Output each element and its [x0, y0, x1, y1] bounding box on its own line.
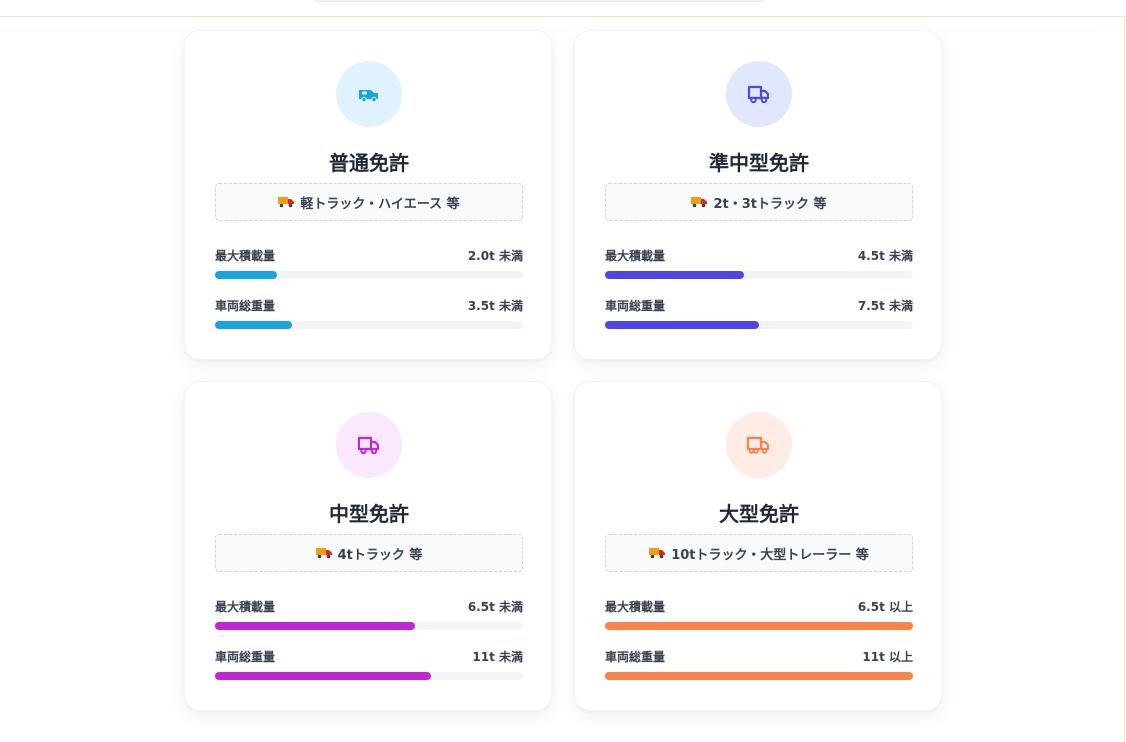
- spec-max-load: 最大積載量 2.0t 未満: [215, 247, 523, 281]
- spec-value: 6.5t 未満: [467, 600, 523, 614]
- spec-gross-weight: 車両総重量 7.5t 未満: [605, 297, 913, 331]
- spec-label: 車両総重量: [215, 650, 276, 664]
- spec-label: 車両総重量: [605, 299, 666, 313]
- card-title: 中型免許: [329, 502, 409, 526]
- progress-track: [605, 271, 913, 279]
- truck-emoji-icon: [278, 197, 295, 208]
- spec-max-load: 最大積載量 6.5t 未満: [215, 598, 523, 632]
- progress-track: [215, 271, 523, 279]
- progress-fill: [605, 622, 913, 630]
- spec-value: 4.5t 未満: [857, 249, 913, 263]
- spec-value: 11t 以上: [862, 650, 913, 664]
- license-card-junchuugata: 準中型免許 2t・3tトラック 等 最大積載量 4.5t 未満 車両総重量 7.…: [574, 30, 942, 360]
- truck-icon-circle: [726, 412, 792, 478]
- progress-track: [215, 321, 523, 329]
- spec-value: 7.5t 未満: [857, 299, 913, 313]
- progress-fill: [215, 321, 292, 329]
- spec-label: 最大積載量: [215, 600, 276, 614]
- progress-track: [605, 672, 913, 680]
- vehicle-examples-text: 4tトラック 等: [337, 547, 423, 563]
- spec-label: 車両総重量: [605, 650, 666, 664]
- vehicle-examples: 10tトラック・大型トレーラー 等: [605, 534, 913, 572]
- progress-track: [215, 622, 523, 630]
- van-icon: [359, 90, 378, 103]
- spec-gross-weight: 車両総重量 3.5t 未満: [215, 297, 523, 331]
- spec-gross-weight: 車両総重量 11t 以上: [605, 648, 913, 682]
- spec-value: 6.5t 以上: [857, 600, 913, 614]
- license-card-futsuu: 普通免許 軽トラック・ハイエース 等 最大積載量 2.0t 未満 車両総重量 3…: [184, 30, 552, 360]
- spec-value: 3.5t 未満: [467, 299, 523, 313]
- spec-max-load: 最大積載量 6.5t 以上: [605, 598, 913, 632]
- card-title: 普通免許: [329, 151, 409, 175]
- spec-value: 11t 未満: [472, 650, 523, 664]
- truck-icon: [747, 85, 770, 104]
- progress-fill: [605, 271, 744, 279]
- search-bar-edge: [312, 0, 766, 2]
- truck-icon-circle: [726, 61, 792, 127]
- vehicle-examples-text: 2t・3tトラック 等: [713, 196, 827, 212]
- vehicle-examples: 軽トラック・ハイエース 等: [215, 183, 523, 221]
- header-divider: [0, 16, 1126, 17]
- card-title: 準中型免許: [709, 151, 809, 175]
- progress-fill: [215, 271, 277, 279]
- spec-gross-weight: 車両総重量 11t 未満: [215, 648, 523, 682]
- progress-track: [215, 672, 523, 680]
- progress-fill: [605, 672, 913, 680]
- truck-icon-circle: [336, 412, 402, 478]
- license-card-oogata: 大型免許 10tトラック・大型トレーラー 等 最大積載量 6.5t 以上 車両総…: [574, 381, 942, 711]
- page-edge-divider: [1124, 16, 1125, 742]
- spec-label: 最大積載量: [605, 600, 666, 614]
- progress-fill: [215, 622, 416, 630]
- spec-value: 2.0t 未満: [467, 249, 523, 263]
- spec-max-load: 最大積載量 4.5t 未満: [605, 247, 913, 281]
- license-card-chuugata: 中型免許 4tトラック 等 最大積載量 6.5t 未満 車両総重量 11t 未満: [184, 381, 552, 711]
- vehicle-examples-text: 軽トラック・ハイエース 等: [300, 196, 460, 212]
- spec-label: 車両総重量: [215, 299, 276, 313]
- card-title: 大型免許: [719, 502, 799, 526]
- truck-emoji-icon: [691, 197, 708, 208]
- truck-icon: [357, 436, 380, 455]
- progress-track: [605, 321, 913, 329]
- truck-icon: [746, 436, 770, 454]
- vehicle-examples: 4tトラック 等: [215, 534, 523, 572]
- progress-track: [605, 622, 913, 630]
- spec-label: 最大積載量: [215, 249, 276, 263]
- spec-label: 最大積載量: [605, 249, 666, 263]
- progress-fill: [215, 672, 431, 680]
- progress-fill: [605, 321, 759, 329]
- vehicle-examples: 2t・3tトラック 等: [605, 183, 913, 221]
- truck-emoji-icon: [649, 548, 666, 559]
- van-icon-circle: [336, 61, 402, 127]
- truck-emoji-icon: [315, 548, 332, 559]
- vehicle-examples-text: 10tトラック・大型トレーラー 等: [671, 547, 869, 563]
